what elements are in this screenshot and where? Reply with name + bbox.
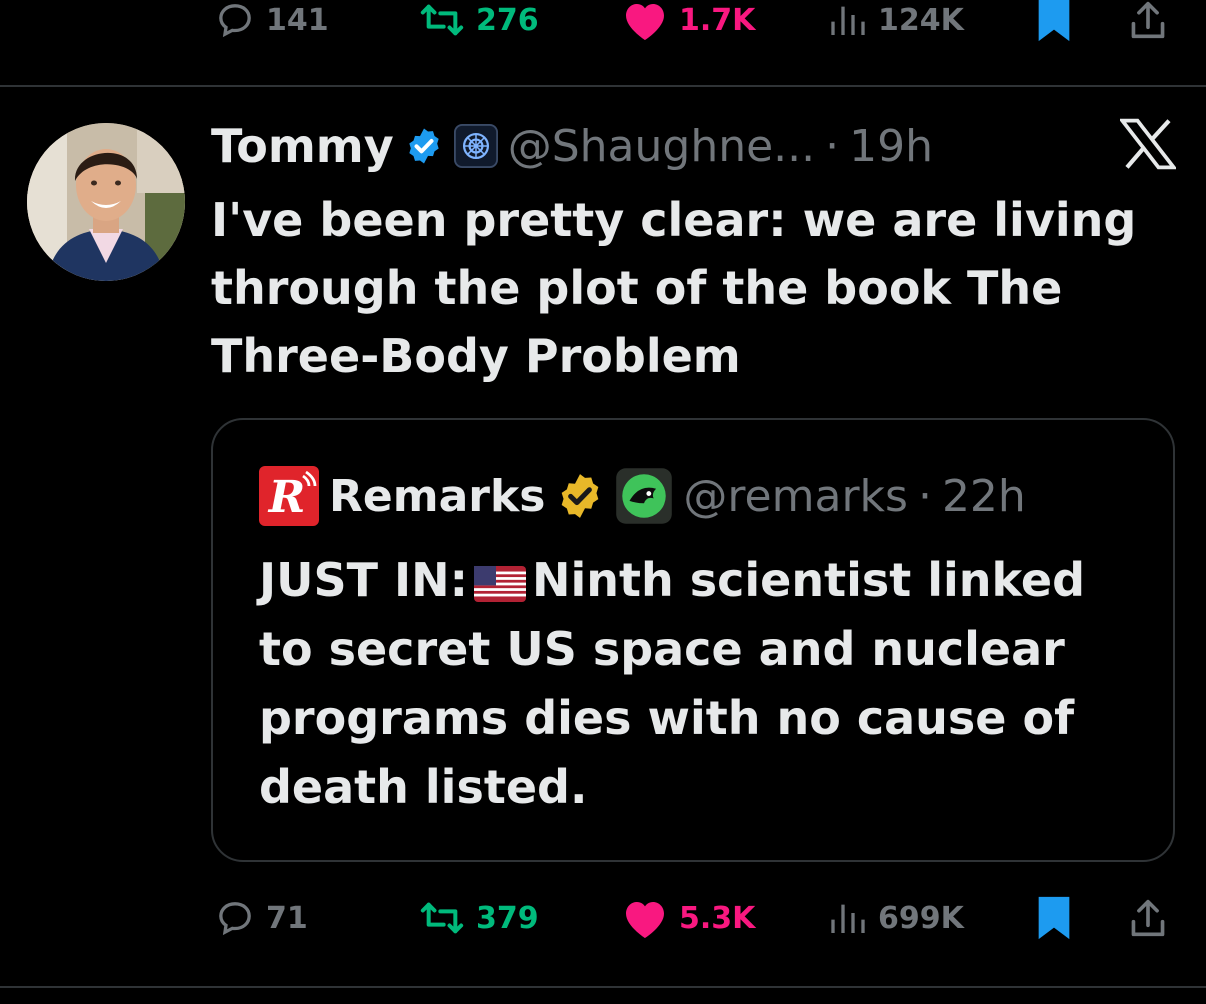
reply-button[interactable]: 71 <box>214 888 308 948</box>
views-count: 699K <box>878 900 964 936</box>
share-button[interactable] <box>1128 888 1168 948</box>
like-count: 5.3K <box>679 900 756 936</box>
tweet-header: Tommy @Shaughne... · 19h <box>211 112 933 180</box>
repost-count: 276 <box>476 2 539 38</box>
remarks-logo-icon: R <box>259 466 319 526</box>
bookmark-button[interactable] <box>1034 0 1074 50</box>
verified-badge-icon <box>409 128 439 164</box>
author-name[interactable]: Tommy <box>211 119 394 173</box>
reply-icon <box>219 4 251 38</box>
quoted-tweet-header: R Remarks @remarks · 22h <box>259 464 1026 528</box>
reply-button[interactable]: 141 <box>214 0 329 50</box>
bookmark-icon <box>1038 896 1070 940</box>
views-button[interactable]: 699K <box>828 888 964 948</box>
repost-icon <box>420 902 464 934</box>
share-icon <box>1131 899 1165 937</box>
affiliate-badge-icon <box>616 468 673 524</box>
tweet-text: I've been pretty clear: we are living th… <box>211 193 1137 383</box>
bookmark-button[interactable] <box>1034 888 1074 948</box>
affiliate-badge-icon <box>453 124 498 168</box>
reply-count: 141 <box>266 2 329 38</box>
header-separator: · <box>825 120 840 172</box>
avatar[interactable] <box>27 123 185 281</box>
author-handle[interactable]: @Shaughne... <box>508 121 815 172</box>
x-logo-icon <box>1120 118 1176 170</box>
repost-button[interactable]: 379 <box>418 888 539 948</box>
views-button[interactable]: 124K <box>828 0 964 50</box>
repost-count: 379 <box>476 900 539 936</box>
quoted-tweet-time[interactable]: 22h <box>942 471 1026 522</box>
quoted-tweet-text: JUST IN: Ninth scientist linked to secre… <box>259 546 1139 822</box>
quoted-header-separator: · <box>917 470 932 522</box>
views-count: 124K <box>878 2 964 38</box>
tweet-actions: 71 379 5.3K 699K <box>0 888 1206 948</box>
bookmark-icon <box>1038 0 1070 42</box>
tweet-time[interactable]: 19h <box>849 121 933 172</box>
views-icon <box>831 6 865 35</box>
reply-count: 71 <box>266 900 308 936</box>
avatar-photo <box>27 123 185 281</box>
quoted-author-handle[interactable]: @remarks <box>683 471 908 522</box>
tweet-divider <box>0 85 1206 87</box>
previous-tweet-actions: 141 276 1.7K 124K <box>0 0 1206 50</box>
heart-icon <box>626 4 664 40</box>
repost-button[interactable]: 276 <box>418 0 539 50</box>
like-button[interactable]: 1.7K <box>621 0 755 50</box>
tweet-divider-bottom <box>0 986 1206 988</box>
quoted-author-name[interactable]: Remarks <box>329 471 545 522</box>
reply-icon <box>219 902 251 936</box>
us-flag-icon <box>474 565 526 602</box>
share-button[interactable] <box>1128 0 1168 50</box>
repost-icon <box>420 4 464 36</box>
like-count: 1.7K <box>679 2 756 38</box>
remarks-logo-letter: R <box>267 472 306 523</box>
quoted-text-prefix: JUST IN: <box>259 553 468 607</box>
heart-icon <box>626 902 664 938</box>
share-icon <box>1131 1 1165 39</box>
views-icon <box>831 904 865 933</box>
quoted-tweet[interactable]: R Remarks @remarks · 22h JUST IN: Ninth … <box>211 418 1175 862</box>
like-button[interactable]: 5.3K <box>621 888 755 948</box>
verified-gold-badge-icon <box>562 474 599 518</box>
